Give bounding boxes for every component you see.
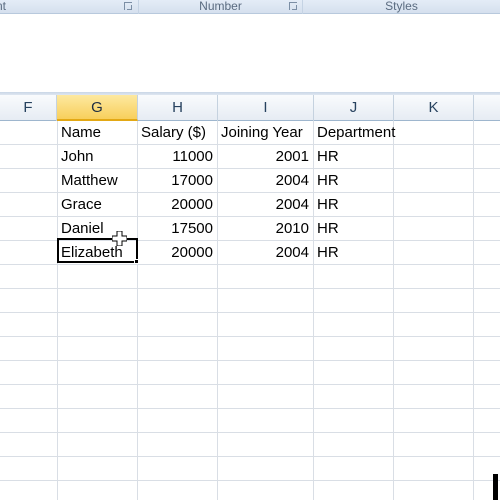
dialog-launcher-icon[interactable]	[288, 1, 298, 11]
column-header-i[interactable]: I	[218, 95, 314, 121]
table-cell-year[interactable]: 2001	[217, 145, 313, 169]
table-cell-salary[interactable]: 11000	[137, 145, 217, 169]
grid-line	[0, 288, 500, 289]
column-headers: F G H I J K	[0, 95, 500, 121]
ribbon-group-alignment: nt	[0, 0, 139, 14]
worksheet-grid[interactable]: Name Salary ($) Joining Year Department …	[0, 121, 500, 500]
ribbon-group-number: Number	[139, 0, 303, 14]
plus-cell-cursor-icon	[112, 231, 127, 246]
table-cell-salary[interactable]: 17000	[137, 169, 217, 193]
grid-line	[0, 408, 500, 409]
table-header-cell[interactable]: Salary ($)	[137, 121, 217, 145]
table-cell-department[interactable]: HR	[313, 145, 393, 169]
table-cell-name[interactable]: Grace	[57, 193, 137, 217]
fill-handle[interactable]	[134, 259, 139, 264]
table-cell-year[interactable]: 2010	[217, 217, 313, 241]
table-header-cell[interactable]: Joining Year	[217, 121, 313, 145]
ribbon-body-area	[0, 15, 500, 92]
table-cell-salary[interactable]: 20000	[137, 241, 217, 265]
table-cell-department[interactable]: HR	[313, 193, 393, 217]
table-cell-salary[interactable]: 20000	[137, 193, 217, 217]
table-cell-name[interactable]: John	[57, 145, 137, 169]
grid-line	[473, 121, 474, 500]
column-header-g[interactable]: G	[57, 95, 138, 121]
ribbon-group-label: Styles	[385, 0, 418, 13]
table-cell-department[interactable]: HR	[313, 241, 393, 265]
table-cell-year[interactable]: 2004	[217, 169, 313, 193]
scrollbar-edge[interactable]	[493, 474, 498, 500]
table-cell-department[interactable]: HR	[313, 169, 393, 193]
grid-line	[393, 121, 394, 500]
grid-line	[0, 312, 500, 313]
grid-line	[0, 432, 500, 433]
grid-line	[0, 480, 500, 481]
table-cell-name[interactable]: Matthew	[57, 169, 137, 193]
table-cell-salary[interactable]: 17500	[137, 217, 217, 241]
ribbon-group-label: Number	[199, 0, 242, 13]
grid-line	[0, 360, 500, 361]
grid-line	[0, 456, 500, 457]
grid-line	[0, 384, 500, 385]
grid-line	[0, 336, 500, 337]
ribbon-group-label: nt	[0, 0, 7, 13]
table-header-cell[interactable]: Name	[57, 121, 137, 145]
table-cell-department[interactable]: HR	[313, 217, 393, 241]
dialog-launcher-icon[interactable]	[123, 1, 133, 11]
table-cell-year[interactable]: 2004	[217, 241, 313, 265]
column-header-f[interactable]: F	[0, 95, 57, 121]
column-header-j[interactable]: J	[314, 95, 394, 121]
column-header-h[interactable]: H	[138, 95, 218, 121]
ribbon-group-styles: Styles	[303, 0, 500, 14]
column-header-k[interactable]: K	[394, 95, 474, 121]
ribbon-group-labels: nt Number Styles	[0, 0, 500, 14]
table-cell-year[interactable]: 2004	[217, 193, 313, 217]
table-header-cell[interactable]: Department	[313, 121, 413, 145]
